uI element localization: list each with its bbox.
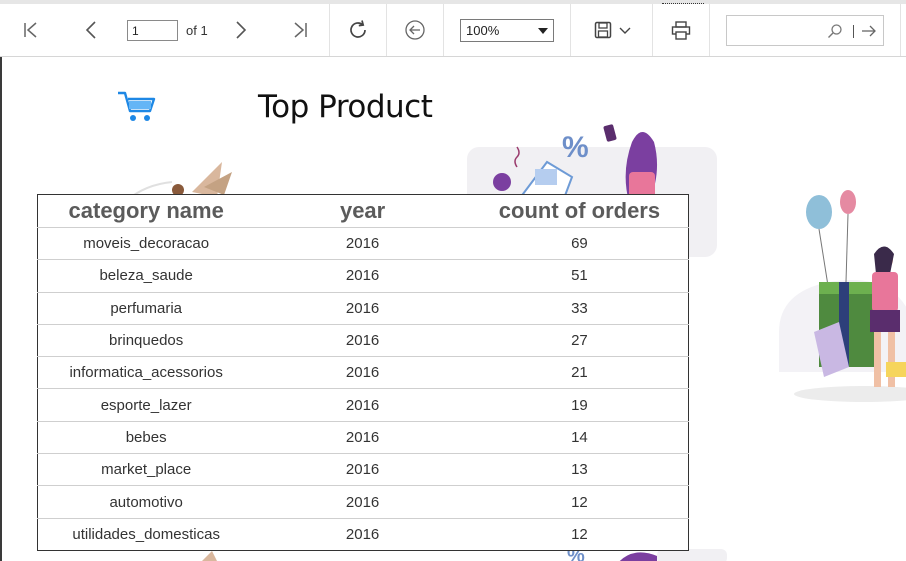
toolbar-separator [443, 4, 444, 56]
table-row: perfumaria 2016 33 [37, 292, 689, 325]
year-cell: 2016 [254, 421, 471, 455]
toolbar-separator [709, 4, 710, 56]
table-row: informatica_acessorios 2016 21 [37, 356, 689, 390]
count-cell: 19 [470, 388, 689, 422]
column-header-category: category name [37, 194, 255, 228]
table-row: bebes 2016 14 [37, 421, 689, 455]
column-header-year: year [254, 194, 471, 228]
year-cell: 2016 [254, 259, 471, 293]
table-row: moveis_decoracao 2016 69 [37, 227, 689, 261]
count-cell: 12 [470, 485, 689, 519]
shopping-illustration-right [779, 190, 906, 402]
search-divider [853, 25, 854, 38]
report-toolbar: of 1 100% [0, 4, 906, 57]
toolbar-separator [900, 4, 901, 56]
category-cell: informatica_acessorios [37, 356, 255, 390]
last-page-icon[interactable] [289, 18, 311, 42]
back-icon[interactable] [403, 18, 427, 42]
year-cell: 2016 [345, 525, 380, 543]
table-row: brinquedos 2016 27 [37, 324, 689, 358]
count-cell: 14 [470, 421, 689, 455]
year-cell: 2016 [254, 227, 471, 261]
go-icon[interactable] [861, 24, 877, 43]
next-page-icon[interactable] [230, 18, 252, 42]
search-input[interactable] [726, 15, 884, 46]
toolbar-separator [570, 4, 571, 56]
category-cell: bebes [37, 421, 255, 455]
column-header-count: count of orders [470, 194, 689, 228]
table-header-row: category name year count of orders [37, 194, 689, 228]
print-icon[interactable] [670, 19, 692, 41]
year-cell: 2016 [254, 292, 471, 325]
zoom-value: 100% [466, 23, 500, 38]
year-cell: 2016 [254, 485, 471, 519]
shopping-cart-icon [116, 90, 156, 129]
category-cell: moveis_decoracao [37, 227, 255, 261]
count-cell: 12 [571, 525, 588, 543]
category-cell: beleza_saude [37, 259, 255, 293]
count-cell: 51 [470, 259, 689, 293]
save-icon[interactable] [592, 19, 614, 41]
previous-page-icon[interactable] [80, 18, 102, 42]
first-page-icon[interactable] [20, 18, 42, 42]
year-cell: 2016 [254, 324, 471, 358]
table-row: beleza_saude 2016 51 [37, 259, 689, 293]
top-product-table: category name year count of orders movei… [37, 194, 689, 551]
category-cell: automotivo [37, 485, 255, 519]
toolbar-separator [652, 4, 653, 56]
chevron-down-icon [538, 23, 548, 38]
report-title: Top Product [258, 89, 433, 125]
category-cell: esporte_lazer [37, 388, 255, 422]
table-row: automotivo 2016 12 [37, 485, 689, 519]
count-cell: 27 [470, 324, 689, 358]
count-cell: 21 [470, 356, 689, 390]
page-number-input[interactable] [127, 20, 178, 41]
search-icon[interactable] [827, 23, 843, 44]
shopping-illustration-bottom-left [202, 551, 217, 561]
count-cell: 13 [470, 453, 689, 487]
table-row: esporte_lazer 2016 19 [37, 388, 689, 422]
count-cell: 33 [470, 292, 689, 325]
year-cell: 2016 [254, 388, 471, 422]
category-cell: market_place [37, 453, 255, 487]
svg-text:%: % [562, 131, 589, 164]
page-count-label: of 1 [186, 23, 208, 38]
toolbar-separator [386, 4, 387, 56]
chevron-down-icon[interactable] [618, 24, 632, 38]
category-cell: utilidades_domesticas [72, 525, 220, 543]
category-cell: perfumaria [37, 292, 255, 325]
zoom-select[interactable]: 100% [460, 19, 554, 42]
year-cell: 2016 [254, 356, 471, 390]
report-canvas: % % Top Product category name year count… [2, 57, 906, 561]
table-row: utilidades_domesticas 2016 12 [38, 518, 689, 550]
category-cell: brinquedos [37, 324, 255, 358]
count-cell: 69 [470, 227, 689, 261]
refresh-icon[interactable] [346, 18, 370, 42]
toolbar-separator [329, 4, 330, 56]
year-cell: 2016 [254, 453, 471, 487]
table-row: market_place 2016 13 [37, 453, 689, 487]
